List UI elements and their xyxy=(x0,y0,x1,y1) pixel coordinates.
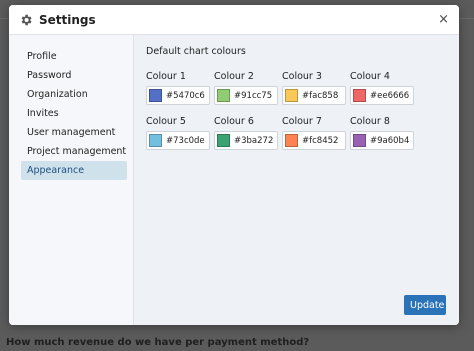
colour-swatch[interactable] xyxy=(217,89,230,102)
dialog-header: Settings × xyxy=(9,5,459,35)
colour-label: Colour 2 xyxy=(214,71,254,82)
colour-setting: Colour 1 #5470c6 xyxy=(146,71,214,105)
colour-hex-value: #ee6666 xyxy=(370,90,410,101)
colour-swatch[interactable] xyxy=(149,134,162,147)
colour-input[interactable]: #5470c6 xyxy=(146,86,210,105)
colour-hex-value: #91cc75 xyxy=(234,90,273,101)
colour-swatch[interactable] xyxy=(149,89,162,102)
colour-input[interactable]: #73c0de xyxy=(146,131,210,150)
colour-swatch[interactable] xyxy=(285,134,298,147)
colour-setting: Colour 3 #fac858 xyxy=(282,71,350,105)
colour-swatch[interactable] xyxy=(353,89,366,102)
sidebar-item-profile[interactable]: Profile xyxy=(21,47,127,66)
colour-label: Colour 8 xyxy=(350,116,390,127)
sidebar-item-project-management[interactable]: Project management xyxy=(21,142,127,161)
section-title: Default chart colours xyxy=(146,46,246,57)
colour-hex-value: #5470c6 xyxy=(166,90,205,101)
colour-label: Colour 3 xyxy=(282,71,322,82)
sidebar-item-password[interactable]: Password xyxy=(21,66,127,85)
colour-swatch[interactable] xyxy=(285,89,298,102)
sidebar-item-user-management[interactable]: User management xyxy=(21,123,127,142)
sidebar-item-organization[interactable]: Organization xyxy=(21,85,127,104)
colour-swatch[interactable] xyxy=(353,134,366,147)
colour-setting: Colour 7 #fc8452 xyxy=(282,116,350,150)
colour-label: Colour 5 xyxy=(146,116,186,127)
colour-label: Colour 4 xyxy=(350,71,390,82)
colour-input[interactable]: #fc8452 xyxy=(282,131,346,150)
colour-setting: Colour 4 #ee6666 xyxy=(350,71,418,105)
colour-label: Colour 6 xyxy=(214,116,254,127)
colour-hex-value: #fac858 xyxy=(302,90,339,101)
gear-icon xyxy=(19,13,33,27)
colour-hex-value: #3ba272 xyxy=(234,135,274,146)
colour-input[interactable]: #ee6666 xyxy=(350,86,414,105)
colour-swatch[interactable] xyxy=(217,134,230,147)
settings-dialog: Settings × Profile Password Organization In… xyxy=(9,5,459,325)
dialog-title: Settings xyxy=(39,12,96,27)
colour-input[interactable]: #fac858 xyxy=(282,86,346,105)
colour-hex-value: #73c0de xyxy=(166,135,205,146)
background-question: How much revenue do we have per payment … xyxy=(6,337,310,348)
colour-grid: Colour 1 #5470c6 Colour 2 #91cc75 Colour 3 #f… xyxy=(146,71,447,150)
colour-hex-value: #9a60b4 xyxy=(370,135,410,146)
colour-label: Colour 1 xyxy=(146,71,186,82)
dialog-body: Profile Password Organization Invites User m… xyxy=(9,35,459,325)
appearance-panel: Default chart colours Colour 1 #5470c6 Col… xyxy=(134,35,459,325)
close-icon[interactable]: × xyxy=(438,13,449,26)
colour-setting: Colour 8 #9a60b4 xyxy=(350,116,418,150)
sidebar-item-invites[interactable]: Invites xyxy=(21,104,127,123)
colour-hex-value: #fc8452 xyxy=(302,135,339,146)
colour-setting: Colour 6 #3ba272 xyxy=(214,116,282,150)
sidebar-item-appearance[interactable]: Appearance xyxy=(21,161,127,180)
colour-input[interactable]: #3ba272 xyxy=(214,131,278,150)
colour-setting: Colour 2 #91cc75 xyxy=(214,71,282,105)
colour-input[interactable]: #91cc75 xyxy=(214,86,278,105)
settings-sidebar: Profile Password Organization Invites User m… xyxy=(9,35,134,325)
colour-label: Colour 7 xyxy=(282,116,322,127)
colour-input[interactable]: #9a60b4 xyxy=(350,131,414,150)
update-button[interactable]: Update xyxy=(404,295,446,315)
colour-setting: Colour 5 #73c0de xyxy=(146,116,214,150)
